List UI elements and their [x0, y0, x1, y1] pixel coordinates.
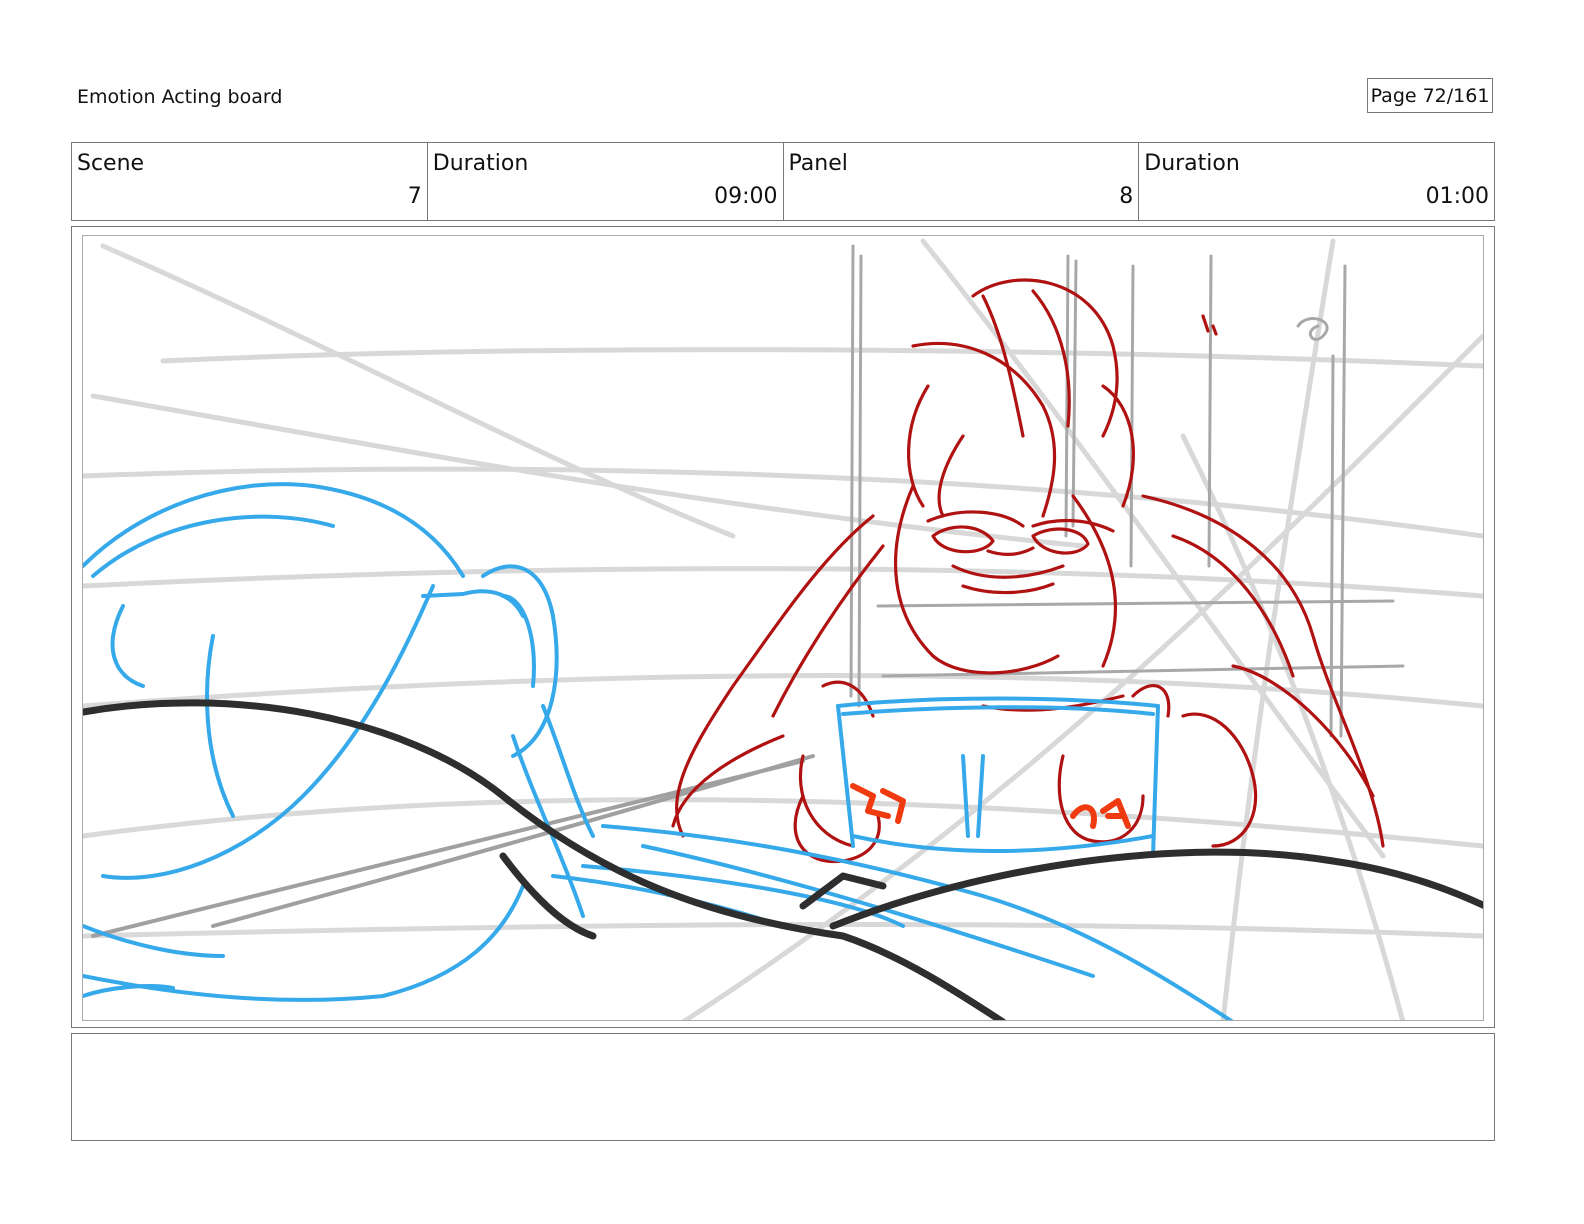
box-rough — [836, 696, 1160, 858]
panel-info-table: Scene 7 Duration 09:00 Panel 8 Duration … — [71, 142, 1495, 221]
storyboard-drawing-area — [82, 235, 1484, 1021]
scene-duration-value: 09:00 — [714, 184, 778, 209]
panel-duration-label: Duration — [1144, 151, 1240, 176]
page-label: Page — [1370, 84, 1417, 107]
panel-label: Panel — [788, 151, 848, 176]
page-number: 72/161 — [1422, 84, 1490, 107]
scene-duration-cell: Duration 09:00 — [428, 143, 784, 220]
document-title: Emotion Acting board — [77, 86, 283, 108]
panel-duration-cell: Duration 01:00 — [1139, 143, 1494, 220]
storyboard-panel-frame — [71, 226, 1495, 1028]
panel-cell: Panel 8 — [784, 143, 1140, 220]
scene-cell: Scene 7 — [72, 143, 428, 220]
scene-duration-label: Duration — [432, 151, 529, 176]
foreground-ink-lines — [83, 699, 1483, 1020]
scene-label: Scene — [77, 151, 145, 176]
scene-value: 7 — [407, 184, 422, 209]
foreground-character-rough — [83, 482, 1234, 1020]
storyboard-sketch — [83, 238, 1483, 1020]
panel-notes — [71, 1033, 1495, 1141]
panel-value: 8 — [1119, 184, 1134, 209]
panel-duration-value: 01:00 — [1425, 184, 1489, 209]
page-indicator: Page 72/161 — [1367, 78, 1493, 113]
